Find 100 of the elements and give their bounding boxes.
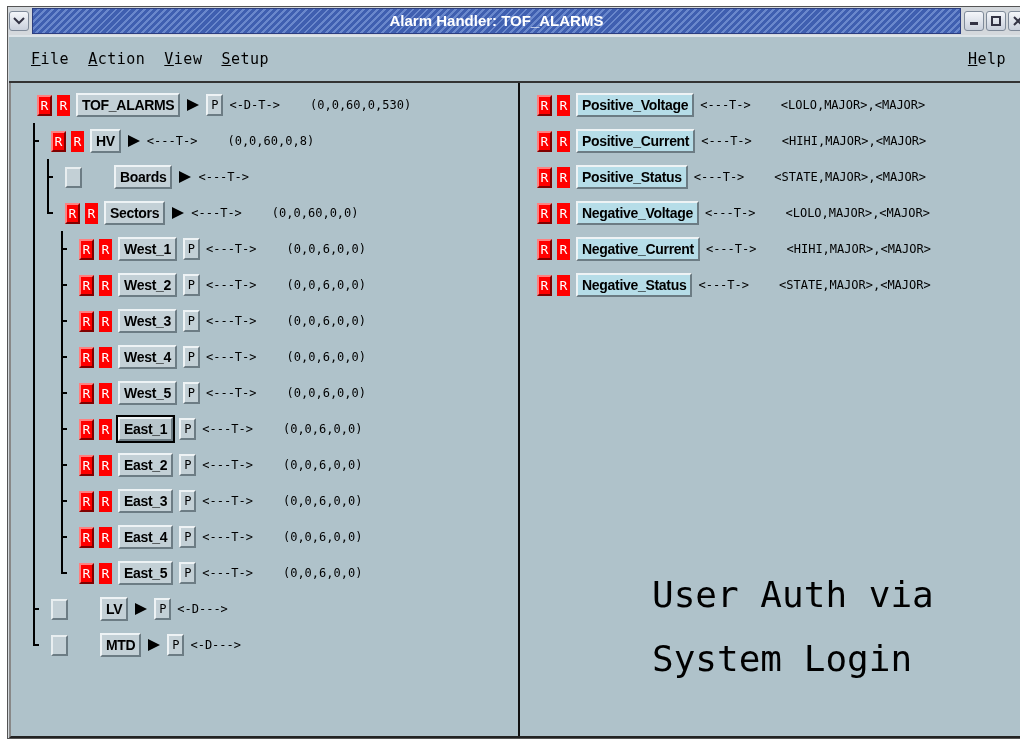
- acknowledge-button[interactable]: R: [79, 382, 94, 404]
- group-button[interactable]: East_4: [118, 525, 174, 549]
- process-button[interactable]: P: [182, 274, 200, 296]
- menu-item[interactable]: Setup: [221, 50, 270, 68]
- alarm-indicator: R: [57, 94, 70, 116]
- acknowledge-button[interactable]: R: [79, 274, 94, 296]
- group-button[interactable]: LV: [100, 597, 129, 621]
- acknowledge-button[interactable]: R: [65, 202, 80, 224]
- count-text: (0,0,6,0,0): [282, 530, 363, 544]
- expand-arrow-icon[interactable]: [147, 638, 162, 652]
- empty-alarm-box[interactable]: [65, 166, 82, 188]
- mask-text: <---T->: [202, 566, 253, 580]
- severity-text: <LOLO,MAJOR>,<MAJOR>: [785, 206, 930, 220]
- group-button[interactable]: East_2: [118, 453, 174, 477]
- process-button[interactable]: P: [167, 634, 185, 656]
- window-menu-button[interactable]: [9, 10, 29, 31]
- maximize-icon: [991, 15, 1001, 26]
- menu-item[interactable]: File: [31, 50, 70, 68]
- mask-text: <---T->: [700, 98, 751, 112]
- group-button[interactable]: West_4: [118, 345, 177, 369]
- alarm-indicator: R: [99, 382, 112, 404]
- channel-button[interactable]: Positive_Status: [576, 165, 688, 189]
- group-button[interactable]: West_5: [118, 381, 177, 405]
- expand-arrow-icon[interactable]: [134, 602, 149, 616]
- maximize-button[interactable]: [986, 10, 1006, 31]
- count-text: (0,0,6,0,0): [286, 314, 367, 328]
- acknowledge-button[interactable]: R: [79, 238, 94, 260]
- process-button[interactable]: P: [182, 346, 200, 368]
- mask-text: <-D--->: [177, 602, 228, 616]
- severity-text: <STATE,MAJOR>,<MAJOR>: [779, 278, 931, 292]
- group-button[interactable]: TOF_ALARMS: [76, 93, 181, 117]
- acknowledge-button[interactable]: R: [79, 490, 94, 512]
- process-button[interactable]: P: [179, 526, 197, 548]
- channel-button[interactable]: Negative_Current: [576, 237, 700, 261]
- annotation-text: User Auth via: [652, 573, 935, 617]
- alarm-indicator: R: [99, 526, 112, 548]
- count-text: (0,0,6,0,0): [282, 458, 363, 472]
- expand-arrow-icon[interactable]: [126, 134, 141, 148]
- empty-alarm-box[interactable]: [51, 634, 68, 656]
- mask-text: <-D--->: [190, 638, 241, 652]
- acknowledge-button[interactable]: R: [51, 130, 66, 152]
- group-button[interactable]: Sectors: [104, 201, 166, 225]
- group-button[interactable]: East_3: [118, 489, 174, 513]
- alarm-indicator: R: [557, 202, 570, 224]
- process-button[interactable]: P: [182, 310, 200, 332]
- minimize-button[interactable]: [964, 10, 984, 31]
- acknowledge-button[interactable]: R: [79, 346, 94, 368]
- process-button[interactable]: P: [154, 598, 172, 620]
- process-button[interactable]: P: [182, 238, 200, 260]
- group-button[interactable]: East_5: [118, 561, 174, 585]
- process-button[interactable]: P: [179, 454, 197, 476]
- acknowledge-button[interactable]: R: [79, 562, 94, 584]
- process-button[interactable]: P: [179, 418, 197, 440]
- acknowledge-button[interactable]: R: [537, 202, 552, 224]
- mask-text: <---T->: [202, 530, 253, 544]
- alarm-indicator: R: [557, 238, 570, 260]
- group-button[interactable]: West_1: [118, 237, 177, 261]
- acknowledge-button[interactable]: R: [79, 310, 94, 332]
- process-button[interactable]: P: [182, 382, 200, 404]
- acknowledge-button[interactable]: R: [79, 454, 94, 476]
- acknowledge-button[interactable]: R: [79, 418, 94, 440]
- group-button[interactable]: West_2: [118, 273, 177, 297]
- acknowledge-button[interactable]: R: [537, 274, 552, 296]
- mask-text: <---T->: [205, 314, 257, 328]
- acknowledge-button[interactable]: R: [537, 130, 552, 152]
- chevron-down-icon: [13, 16, 25, 25]
- acknowledge-button[interactable]: R: [537, 166, 552, 188]
- severity-text: <HIHI,MAJOR>,<MAJOR>: [786, 242, 931, 256]
- process-button[interactable]: P: [179, 562, 197, 584]
- group-button[interactable]: MTD: [100, 633, 142, 657]
- process-button[interactable]: P: [179, 490, 197, 512]
- menu-item[interactable]: Help: [967, 50, 1006, 68]
- acknowledge-button[interactable]: R: [537, 94, 552, 116]
- annotation-text: System Login: [652, 637, 914, 681]
- acknowledge-button[interactable]: R: [79, 526, 94, 548]
- count-text: (0,0,6,0,0): [286, 278, 367, 292]
- expand-arrow-icon[interactable]: [186, 98, 201, 112]
- count-text: (0,0,6,0,0): [282, 494, 363, 508]
- expand-arrow-icon[interactable]: [171, 206, 186, 220]
- alarm-indicator: R: [99, 454, 112, 476]
- count-text: (0,0,60,0,530): [310, 98, 412, 112]
- process-button[interactable]: P: [206, 94, 224, 116]
- acknowledge-button[interactable]: R: [37, 94, 52, 116]
- group-button[interactable]: West_3: [118, 309, 177, 333]
- group-button[interactable]: Boards: [114, 165, 173, 189]
- channel-button[interactable]: Positive_Voltage: [576, 93, 695, 117]
- menu-item[interactable]: View: [164, 50, 203, 68]
- expand-arrow-icon[interactable]: [178, 170, 193, 184]
- alarm-indicator: R: [99, 274, 112, 296]
- count-text: (0,0,6,0,0): [282, 422, 363, 436]
- group-button[interactable]: East_1: [118, 417, 174, 441]
- acknowledge-button[interactable]: R: [537, 238, 552, 260]
- empty-alarm-box[interactable]: [51, 598, 68, 620]
- channel-button[interactable]: Negative_Voltage: [576, 201, 699, 225]
- channel-button[interactable]: Positive_Current: [576, 129, 696, 153]
- group-button[interactable]: HV: [90, 129, 121, 153]
- channel-button[interactable]: Negative_Status: [576, 273, 693, 297]
- window-title: Alarm Handler: TOF_ALARMS: [388, 12, 605, 29]
- alarm-indicator: R: [557, 94, 570, 116]
- menu-item[interactable]: Action: [88, 50, 146, 68]
